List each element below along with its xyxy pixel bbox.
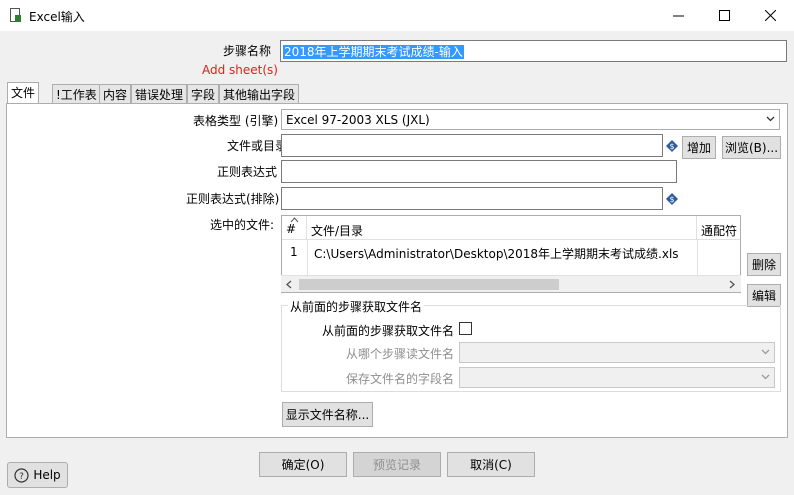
tab-sheets[interactable]: !工作表: [52, 84, 101, 103]
maximize-button[interactable]: [701, 0, 747, 31]
variable-diamond-icon[interactable]: $: [666, 140, 678, 152]
row-num: 1: [290, 245, 298, 259]
regex-input[interactable]: [281, 160, 677, 183]
source-step-label: 从哪个步骤读文件名: [346, 347, 455, 361]
filename-field-select[interactable]: [459, 367, 775, 388]
add-sheet-warning: Add sheet(s): [202, 63, 278, 77]
spreadsheet-type-value: Excel 97-2003 XLS (JXL): [286, 113, 430, 127]
column-header-path-label: 文件/目录: [311, 224, 364, 238]
edit-button[interactable]: 编辑: [747, 284, 781, 307]
column-header-num[interactable]: #: [282, 216, 307, 239]
step-name-label: 步骤名称: [223, 44, 272, 58]
column-header-wildcard-label: 通配符: [701, 224, 738, 238]
help-button[interactable]: ? Help: [7, 462, 68, 488]
minimize-icon: [672, 15, 684, 17]
table-row[interactable]: 1 C:\Users\Administrator\Desktop\2018年上学…: [282, 240, 740, 262]
step-name-value: 2018年上学期期末考试成绩-输入: [283, 45, 464, 59]
svg-text:?: ?: [19, 472, 24, 482]
tab-additional-fields[interactable]: 其他输出字段: [219, 84, 300, 103]
svg-text:$: $: [669, 142, 674, 151]
from-previous-group-title: 从前面的步骤获取文件名: [288, 298, 425, 315]
step-name-input[interactable]: 2018年上学期期末考试成绩-输入: [280, 40, 787, 62]
tab-error-handling-label: 错误处理: [135, 88, 184, 102]
scroll-left-icon[interactable]: [285, 280, 293, 289]
close-icon: [764, 10, 776, 21]
add-file-button[interactable]: 增加: [682, 136, 716, 159]
minimize-button[interactable]: [655, 0, 701, 31]
tab-file-label: 文件: [11, 86, 36, 100]
chevron-down-icon: [766, 116, 775, 122]
variable-diamond-icon[interactable]: $: [666, 193, 678, 205]
close-button[interactable]: [747, 0, 793, 31]
horizontal-scrollbar[interactable]: [281, 275, 741, 292]
column-header-path[interactable]: 文件/目录: [307, 216, 697, 239]
file-or-dir-input[interactable]: [281, 134, 663, 157]
show-filenames-button[interactable]: 显示文件名称...: [282, 402, 373, 427]
preview-button[interactable]: 预览记录: [353, 452, 441, 477]
tab-sheets-label: !工作表: [56, 88, 97, 102]
tab-error-handling[interactable]: 错误处理: [131, 84, 188, 103]
spreadsheet-type-label: 表格类型 (引擎): [193, 114, 279, 128]
spoon-app-icon: [10, 8, 21, 22]
browse-button[interactable]: 浏览(B)...: [722, 136, 781, 159]
scrollbar-thumb[interactable]: [299, 279, 559, 290]
tab-content[interactable]: 内容: [99, 84, 132, 103]
help-button-label: Help: [33, 468, 61, 482]
selected-files-label: 选中的文件:: [210, 218, 275, 232]
regex-exclude-input[interactable]: [281, 187, 663, 210]
tab-file[interactable]: 文件: [7, 82, 40, 104]
help-icon: ?: [14, 467, 29, 483]
column-header-wildcard[interactable]: 通配符: [697, 216, 740, 239]
window-title: Excel输入: [29, 10, 85, 24]
ok-button[interactable]: 确定(O): [259, 452, 347, 477]
cancel-button[interactable]: 取消(C): [447, 452, 535, 477]
maximize-icon: [718, 10, 730, 21]
row-path: C:\Users\Administrator\Desktop\2018年上学期期…: [314, 247, 679, 261]
sort-up-icon: [290, 217, 299, 223]
svg-text:$: $: [669, 195, 674, 204]
tab-content-label: 内容: [103, 88, 128, 102]
chevron-down-icon: [761, 374, 770, 380]
regex-label: 正则表达式: [217, 165, 278, 179]
scroll-right-icon[interactable]: [728, 280, 736, 289]
filename-field-label: 保存文件名的字段名: [346, 372, 455, 386]
spreadsheet-type-select[interactable]: Excel 97-2003 XLS (JXL): [281, 109, 780, 130]
delete-button[interactable]: 删除: [747, 253, 781, 276]
column-header-num-label: #: [286, 222, 297, 236]
file-or-dir-label: 文件或目录: [227, 139, 288, 153]
regex-exclude-label: 正则表达式(排除): [186, 192, 280, 206]
tab-fields-label: 字段: [191, 88, 216, 102]
tab-fields[interactable]: 字段: [187, 84, 220, 103]
source-step-select[interactable]: [459, 342, 775, 363]
chevron-down-icon: [761, 349, 770, 355]
title-bar: Excel输入: [0, 0, 794, 31]
tab-additional-fields-label: 其他输出字段: [223, 88, 296, 102]
from-previous-checkbox-label: 从前面的步骤获取文件名: [322, 324, 455, 338]
from-previous-checkbox[interactable]: [459, 322, 472, 335]
